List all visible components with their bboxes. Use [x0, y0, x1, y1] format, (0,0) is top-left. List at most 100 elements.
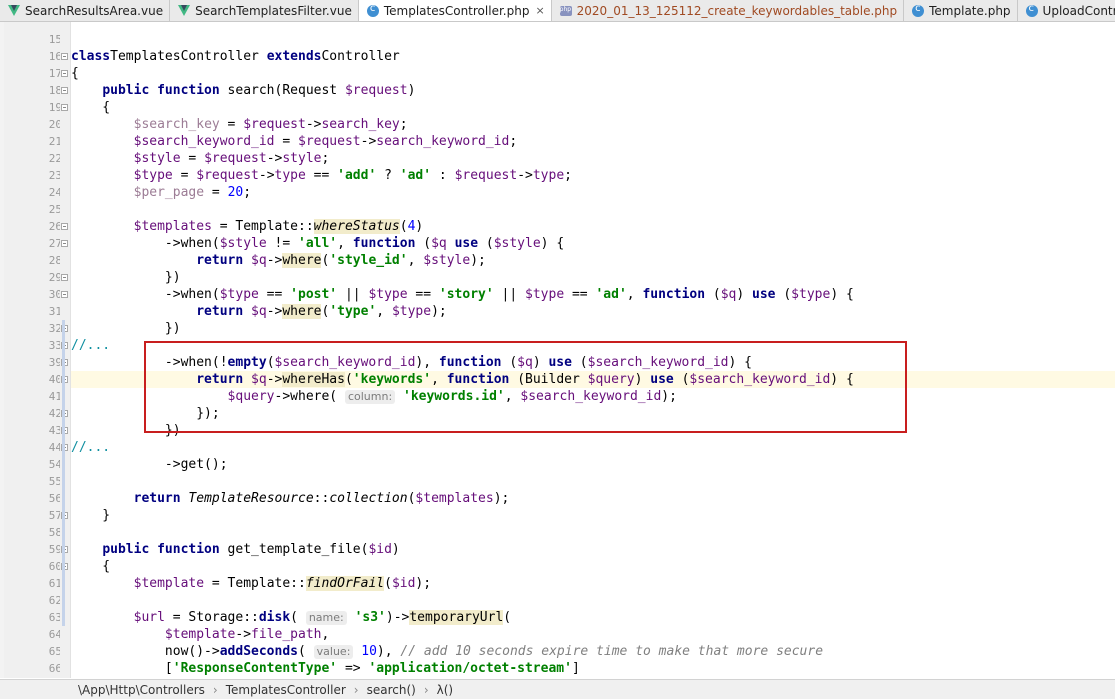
code-line[interactable]: $query->where( column: 'keywords.id', $s…	[71, 388, 1115, 405]
code-line[interactable]: ->get();	[71, 456, 1115, 473]
code-line[interactable]: return TemplateResource::collection($tem…	[71, 490, 1115, 507]
folded-code-marker[interactable]: //...	[71, 440, 110, 455]
code-line[interactable]: $templates = Template::whereStatus(4)	[71, 218, 1115, 235]
code-token: $search_keyword_id	[274, 355, 416, 370]
code-line[interactable]	[71, 592, 1115, 609]
breadcrumb-item[interactable]: search()	[367, 683, 416, 697]
code-line[interactable]: return $q->where('type', $type);	[71, 303, 1115, 320]
code-line[interactable]	[71, 524, 1115, 541]
code-token: return	[196, 372, 252, 387]
code-line[interactable]: $template = Template::findOrFail($id);	[71, 575, 1115, 592]
code-token: return	[133, 491, 189, 506]
code-line[interactable]: //...	[71, 439, 1115, 456]
code-line[interactable]	[71, 201, 1115, 218]
line-number: 23	[48, 169, 62, 182]
tab-uploadcontroller-php[interactable]: UploadController.php	[1018, 0, 1115, 21]
tab-templatescontroller-php[interactable]: TemplatesController.php ×	[358, 0, 552, 21]
line-number: 24	[48, 186, 62, 199]
code-line[interactable]: }	[71, 507, 1115, 524]
folded-code-marker[interactable]: //...	[71, 338, 110, 353]
code-line[interactable]: ->when(!empty($search_keyword_id), funct…	[71, 354, 1115, 371]
vue-file-icon	[178, 5, 191, 16]
code-line[interactable]: public function search(Request $request)	[71, 82, 1115, 99]
code-token: type	[274, 168, 306, 183]
code-token: ;	[564, 168, 572, 183]
line-number: 64	[48, 628, 62, 641]
tab-searchtemplatesfilter-vue[interactable]: SearchTemplatesFilter.vue	[170, 0, 359, 21]
code-token: ->	[266, 151, 283, 166]
tab-template-php[interactable]: Template.php	[904, 0, 1018, 21]
tab-2020-01-13-125112-create-keywordables-table-php[interactable]: 2020_01_13_125112_create_keywordables_ta…	[552, 0, 905, 21]
code-line[interactable]: );	[71, 677, 1115, 678]
fold-toggle-icon[interactable]	[61, 291, 68, 298]
code-token: ,	[337, 236, 353, 251]
code-line[interactable]: })	[71, 269, 1115, 286]
code-token: TemplatesController	[110, 49, 267, 64]
code-token: (Builder	[517, 372, 588, 387]
line-number: 40	[48, 373, 62, 386]
breadcrumb-item[interactable]: λ()	[437, 683, 453, 697]
code-line[interactable]: $url = Storage::disk( name: 's3')->tempo…	[71, 609, 1115, 626]
code-line[interactable]: ->when($type == 'post' || $type == 'stor…	[71, 286, 1115, 303]
fold-toggle-icon[interactable]	[61, 87, 68, 94]
fold-toggle-icon[interactable]	[61, 104, 68, 111]
code-line[interactable]: $template->file_path,	[71, 626, 1115, 643]
code-token: file_path	[251, 627, 322, 642]
code-token: ;	[321, 151, 330, 166]
close-tab-icon[interactable]: ×	[535, 4, 544, 17]
code-token: ==	[305, 168, 338, 183]
code-token: $per_page	[133, 185, 205, 200]
code-line[interactable]: {	[71, 558, 1115, 575]
code-token: $id	[368, 542, 392, 557]
code-line[interactable]: })	[71, 320, 1115, 337]
code-line[interactable]: return $q->where('style_id', $style);	[71, 252, 1115, 269]
code-line[interactable]	[71, 473, 1115, 490]
code-line[interactable]: now()->addSeconds( value: 10), // add 10…	[71, 643, 1115, 660]
code-line[interactable]: $per_page = 20;	[71, 184, 1115, 201]
code-token: =	[219, 117, 244, 132]
code-editor[interactable]: classTemplatesController extendsControll…	[71, 22, 1115, 678]
fold-toggle-icon[interactable]	[61, 70, 68, 77]
code-line[interactable]: $search_keyword_id = $request->search_ke…	[71, 133, 1115, 150]
code-line[interactable]: return $q->whereHas('keywords', function…	[71, 371, 1115, 388]
code-line[interactable]: {	[71, 99, 1115, 116]
code-token: ->when(!	[71, 355, 228, 370]
fold-toggle-icon[interactable]	[61, 274, 68, 281]
code-line[interactable]: ->when($style != 'all', function ($q use…	[71, 235, 1115, 252]
code-token: $type	[368, 287, 408, 302]
line-number: 55	[48, 475, 62, 488]
code-line[interactable]: })	[71, 422, 1115, 439]
tab-label: 2020_01_13_125112_create_keywordables_ta…	[576, 3, 898, 18]
tab-searchresultsarea-vue[interactable]: SearchResultsArea.vue	[0, 0, 171, 21]
fold-toggle-icon[interactable]	[61, 223, 68, 230]
breadcrumb-item[interactable]: TemplatesController	[226, 683, 346, 697]
line-number: 18	[48, 84, 62, 97]
code-line[interactable]: classTemplatesController extendsControll…	[71, 48, 1115, 65]
code-line[interactable]: ['ResponseContentType' => 'application/o…	[71, 660, 1115, 677]
line-number: 19	[48, 101, 62, 114]
line-number: 63	[48, 611, 62, 624]
fold-toggle-icon[interactable]	[61, 240, 68, 247]
code-line[interactable]: $type = $request->type == 'add' ? 'ad' :…	[71, 167, 1115, 184]
code-token: search(Request	[227, 83, 345, 98]
code-token: ;	[509, 134, 518, 149]
code-line[interactable]: public function get_template_file($id)	[71, 541, 1115, 558]
code-line[interactable]: });	[71, 405, 1115, 422]
code-line[interactable]: //...	[71, 337, 1115, 354]
code-line[interactable]: $style = $request->style;	[71, 150, 1115, 167]
breadcrumb-item[interactable]: \App\Http\Controllers	[78, 683, 205, 697]
code-line[interactable]: $search_key = $request->search_key;	[71, 116, 1115, 133]
code-token: 'story'	[438, 287, 494, 302]
code-line[interactable]	[71, 31, 1115, 48]
code-token: })	[71, 321, 181, 336]
line-number: 32	[48, 322, 62, 335]
code-line[interactable]: {	[71, 65, 1115, 82]
parameter-hint: value:	[313, 645, 354, 659]
fold-toggle-icon[interactable]	[61, 53, 68, 60]
